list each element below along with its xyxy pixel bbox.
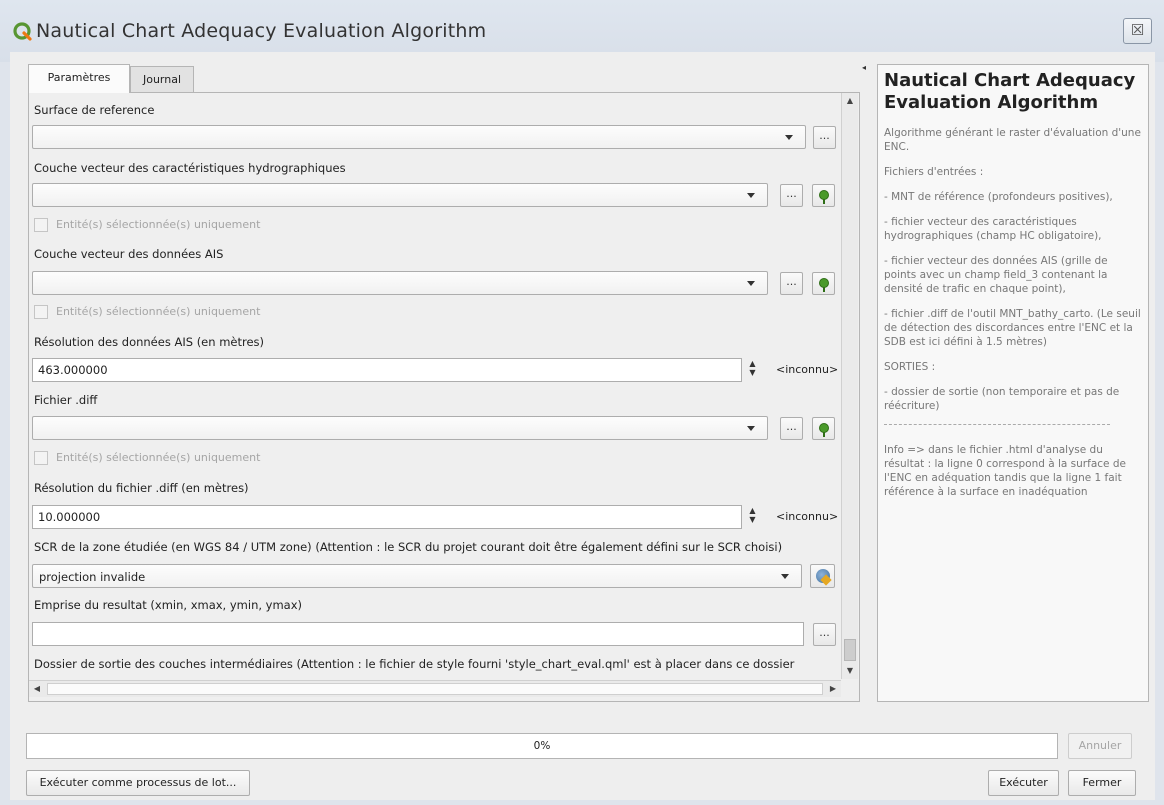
diff-resolution-spinner-icon[interactable]: ▲ ▼ — [745, 506, 760, 528]
run-button[interactable]: Exécuter — [988, 770, 1059, 796]
diff-combo[interactable] — [32, 416, 768, 440]
ais-iterate-button[interactable] — [812, 272, 835, 295]
parameters-horizontal-scrollbar[interactable]: ◀ ▶ — [29, 680, 841, 697]
ais-selected-checkbox[interactable] — [34, 305, 48, 319]
tab-journal[interactable]: Journal — [130, 66, 194, 92]
help-paragraph: SORTIES : — [884, 361, 936, 373]
surface-browse-button[interactable]: ... — [813, 126, 836, 149]
diff-resolution-label: Résolution du fichier .diff (en mètres) — [34, 481, 249, 495]
splitter-handle-icon[interactable]: ◂ — [862, 63, 866, 72]
iterate-icon — [819, 423, 829, 437]
batch-process-button[interactable]: Exécuter comme processus de lot... — [26, 770, 250, 796]
chevron-down-icon — [747, 281, 755, 286]
diff-resolution-input[interactable]: 10.000000 — [32, 505, 742, 529]
hydro-selected-label: Entité(s) sélectionnée(s) uniquement — [56, 218, 261, 231]
ais-browse-button[interactable]: ... — [780, 272, 803, 295]
tab-parametres[interactable]: Paramètres — [28, 64, 130, 93]
scroll-up-icon[interactable]: ▲ — [842, 93, 858, 109]
diff-label: Fichier .diff — [34, 393, 98, 407]
scroll-down-icon[interactable]: ▼ — [842, 663, 858, 679]
hydro-label: Couche vecteur des caractéristiques hydr… — [34, 161, 346, 175]
diff-selected-label: Entité(s) sélectionnée(s) uniquement — [56, 451, 261, 464]
scroll-thumb[interactable] — [844, 639, 856, 661]
help-paragraph: - dossier de sortie (non temporaire et p… — [884, 386, 1120, 412]
hydro-browse-button[interactable]: ... — [780, 184, 803, 207]
hydro-iterate-button[interactable] — [812, 184, 835, 207]
chevron-down-icon — [747, 426, 755, 431]
scroll-left-icon[interactable]: ◀ — [29, 681, 45, 697]
help-paragraph: - fichier vecteur des données AIS (grill… — [884, 255, 1108, 295]
help-paragraph: Algorithme générant le raster d'évaluati… — [884, 127, 1141, 153]
ais-resolution-input[interactable]: 463.000000 — [32, 358, 742, 382]
help-paragraph: Info => dans le fichier .html d'analyse … — [884, 444, 1126, 498]
ais-resolution-spinner-icon[interactable]: ▲ ▼ — [745, 359, 760, 381]
crs-select-button[interactable] — [810, 564, 835, 588]
iterate-icon — [819, 278, 829, 292]
ais-resolution-unit: <inconnu> — [776, 363, 839, 376]
help-title: Nautical Chart Adequacy Evaluation Algor… — [884, 70, 1136, 113]
extent-label: Emprise du resultat (xmin, xmax, ymin, y… — [34, 598, 303, 612]
ais-resolution-label: Résolution des données AIS (en mètres) — [34, 335, 265, 349]
window-title: Nautical Chart Adequacy Evaluation Algor… — [36, 20, 487, 42]
progress-bar: 0% — [26, 733, 1058, 759]
diff-browse-button[interactable]: ... — [780, 417, 803, 440]
diff-iterate-button[interactable] — [812, 417, 835, 440]
chevron-down-icon — [785, 135, 793, 140]
extent-browse-button[interactable]: ... — [813, 623, 836, 646]
help-divider — [884, 424, 1110, 425]
chevron-down-icon — [747, 193, 755, 198]
output-folder-label: Dossier de sortie des couches intermédia… — [34, 657, 795, 671]
close-icon[interactable]: ☒ — [1123, 18, 1152, 44]
iterate-icon — [819, 190, 829, 204]
help-paragraph: - fichier vecteur des caractéristiques h… — [884, 216, 1102, 242]
help-paragraph: - MNT de référence (profondeurs positive… — [884, 191, 1113, 203]
extent-input[interactable] — [32, 622, 804, 646]
scroll-right-icon[interactable]: ▶ — [825, 681, 841, 697]
close-button[interactable]: Fermer — [1068, 770, 1136, 796]
scroll-thumb[interactable] — [47, 683, 823, 695]
surface-combo[interactable] — [32, 125, 806, 149]
hydro-combo[interactable] — [32, 183, 768, 207]
surface-label: Surface de reference — [34, 103, 155, 117]
help-paragraph: - fichier .diff de l'outil MNT_bathy_car… — [884, 308, 1141, 348]
chevron-down-icon — [781, 574, 789, 579]
parameters-vertical-scrollbar[interactable]: ▲ ▼ — [841, 93, 858, 679]
diff-selected-checkbox[interactable] — [34, 451, 48, 465]
crs-label: SCR de la zone étudiée (en WGS 84 / UTM … — [34, 540, 783, 554]
diff-resolution-unit: <inconnu> — [776, 510, 839, 523]
help-panel: Nautical Chart Adequacy Evaluation Algor… — [877, 64, 1149, 702]
qgis-icon — [13, 22, 32, 41]
cancel-button[interactable]: Annuler — [1068, 733, 1132, 759]
crs-value: projection invalide — [39, 570, 146, 584]
crs-combo[interactable]: projection invalide — [32, 564, 802, 588]
help-paragraph: Fichiers d'entrées : — [884, 166, 984, 178]
hydro-selected-checkbox[interactable] — [34, 218, 48, 232]
ais-label: Couche vecteur des données AIS — [34, 247, 224, 261]
ais-combo[interactable] — [32, 271, 768, 295]
ais-selected-label: Entité(s) sélectionnée(s) uniquement — [56, 305, 261, 318]
